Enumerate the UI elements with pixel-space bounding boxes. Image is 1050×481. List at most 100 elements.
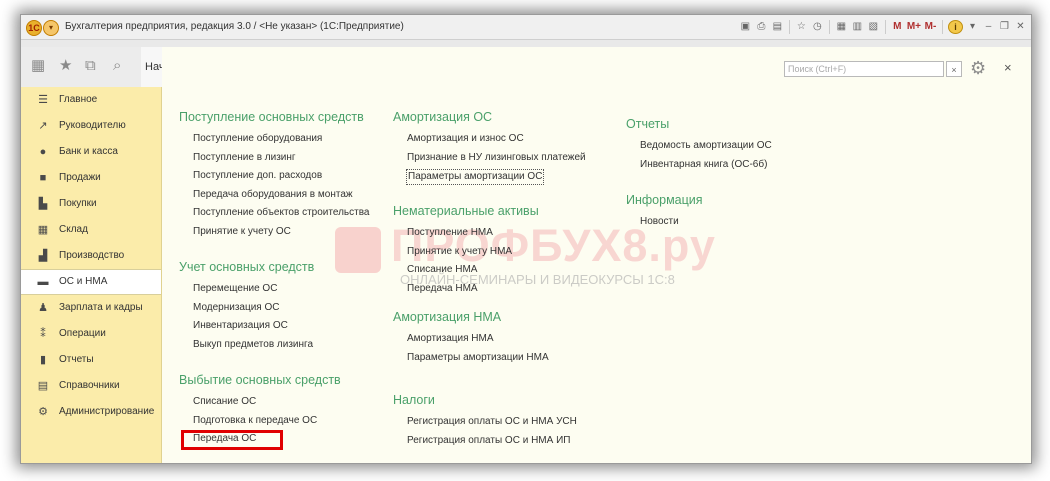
sidebar-item-salary[interactable]: ♟ Зарплата и кадры [21, 295, 161, 321]
panel-close-button[interactable]: × [1004, 61, 1012, 75]
bag-icon: ■ [39, 172, 47, 184]
menu-link[interactable]: Поступление оборудования [179, 130, 369, 149]
search-icon[interactable]: ⌕ [113, 58, 121, 74]
cart-icon: ▙ [38, 198, 48, 210]
operations-icon: ⁑ [40, 328, 46, 340]
history-icon[interactable]: ◷ [811, 20, 824, 34]
person-icon: ♟ [38, 302, 48, 314]
menu-link[interactable]: Амортизация и износ ОС [393, 130, 586, 149]
menu-link[interactable]: Инвентаризация ОС [179, 317, 314, 336]
sidebar-item-bank[interactable]: ● Банк и касса [21, 139, 161, 165]
group-title: Налоги [393, 393, 435, 407]
sidebar-item-operations[interactable]: ⁑ Операции [21, 321, 161, 347]
group-title: Выбытие основных средств [179, 373, 341, 387]
search-input[interactable] [784, 61, 944, 77]
menu-link[interactable]: Регистрация оплаты ОС и НМА ИП [393, 432, 577, 451]
toolbar-divider [788, 20, 790, 34]
group-reports: Отчеты Ведомость амортизации ОС Инвентар… [626, 116, 772, 174]
menu-link[interactable]: Новости [626, 213, 703, 232]
group-title: Отчеты [626, 117, 670, 131]
menu-link[interactable]: Перемещение ОС [179, 280, 314, 299]
bar-chart-icon: ▮ [39, 354, 47, 366]
group-taxes: Налоги Регистрация оплаты ОС и НМА УСН Р… [393, 392, 577, 450]
menu-link[interactable]: Передача НМА [393, 280, 539, 299]
info-icon[interactable]: i [948, 20, 963, 34]
search-clear-button[interactable]: × [946, 61, 962, 77]
window-close-icon[interactable]: ✕ [1014, 20, 1027, 34]
sidebar-item-label: Администрирование [59, 406, 155, 417]
menu-link[interactable]: Поступление в лизинг [179, 149, 369, 168]
minimize-icon[interactable]: – [982, 20, 995, 34]
menu-link[interactable]: Регистрация оплаты ОС и НМА УСН [393, 413, 577, 432]
sidebar-item-production[interactable]: ▟ Производство [21, 243, 161, 269]
sections-sidebar: ☰ Главное ↗ Руководителю ● Банк и касса … [21, 87, 162, 463]
sidebar-item-purchases[interactable]: ▙ Покупки [21, 191, 161, 217]
sidebar-item-label: Производство [59, 250, 125, 261]
memory-m-minus-button[interactable]: M- [924, 20, 937, 34]
print-icon[interactable]: ⎙ [755, 20, 768, 34]
group-intangibles: Нематериальные активы Поступление НМА Пр… [393, 203, 539, 298]
sidebar-item-catalogs[interactable]: ▤ Справочники [21, 373, 161, 399]
memory-m-button[interactable]: M [891, 20, 904, 34]
menu-link[interactable]: Подготовка к передаче ОС [179, 412, 341, 431]
toolbar-divider [884, 20, 886, 34]
window-title: Бухгалтерия предприятия, редакция 3.0 / … [65, 21, 404, 32]
menu-link[interactable]: Модернизация ОС [179, 299, 314, 318]
menu-link[interactable]: Передача оборудования в монтаж [179, 186, 369, 205]
calendar-icon[interactable]: ▦ [835, 20, 848, 34]
save-icon[interactable]: ▣ [739, 20, 752, 34]
sidebar-item-administration[interactable]: ⚙ Администрирование [21, 399, 161, 425]
main-menu-chevron-icon[interactable]: ▾ [43, 20, 59, 36]
section-panel: × ⚙ × ПРОФБУХ8.ру ОНЛАЙН-СЕМИНАРЫ И ВИДЕ… [162, 47, 1031, 463]
info-dropdown-chevron-icon[interactable]: ▾ [966, 20, 979, 34]
sections-grid-icon[interactable]: ▦ [31, 58, 45, 74]
sidebar-item-main[interactable]: ☰ Главное [21, 87, 161, 113]
nav-toolstrip: ▦ ★ ⧉ ⌕ [21, 47, 161, 88]
group-intangibles-depreciation: Амортизация НМА Амортизация НМА Параметр… [393, 309, 549, 367]
menu-link[interactable]: Поступление доп. расходов [179, 167, 369, 186]
sidebar-item-sales[interactable]: ■ Продажи [21, 165, 161, 191]
menu-link[interactable]: Поступление НМА [393, 224, 539, 243]
menu-link[interactable]: Параметры амортизации НМА [393, 349, 549, 368]
preview-icon[interactable]: ▤ [771, 20, 784, 34]
menu-link[interactable]: Принятие к учету НМА [393, 243, 539, 262]
restore-icon[interactable]: ❐ [998, 20, 1011, 34]
highlight-frame [181, 430, 283, 450]
group-title: Амортизация ОС [393, 110, 493, 124]
sidebar-item-reports[interactable]: ▮ Отчеты [21, 347, 161, 373]
title-bar: 1С ▾ Бухгалтерия предприятия, редакция 3… [21, 15, 1031, 40]
sidebar-item-label: Банк и касса [59, 146, 118, 157]
sidebar-item-label: Зарплата и кадры [59, 302, 143, 313]
sidebar-item-warehouse[interactable]: ▦ Склад [21, 217, 161, 243]
menu-link[interactable]: Поступление объектов строительства [179, 204, 369, 223]
menu-link[interactable]: Выкуп предметов лизинга [179, 336, 314, 355]
menu-link[interactable]: Списание ОС [179, 393, 341, 412]
app-logo-icon[interactable]: 1С [26, 20, 42, 36]
history-icon[interactable]: ⧉ [85, 58, 96, 74]
warehouse-icon: ▦ [37, 224, 49, 236]
sidebar-item-label: Отчеты [59, 354, 94, 365]
memory-m-plus-button[interactable]: M+ [907, 20, 921, 34]
gear-icon: ⚙ [38, 406, 48, 418]
favorites-star-icon[interactable]: ☆ [795, 20, 808, 34]
group-title: Информация [626, 193, 703, 207]
menu-link[interactable]: Ведомость амортизации ОС [626, 137, 772, 156]
sidebar-item-manager[interactable]: ↗ Руководителю [21, 113, 161, 139]
menu-link[interactable]: Инвентарная книга (ОС-6б) [626, 156, 772, 175]
sidebar-item-fixed-assets[interactable]: ▬ ОС и НМА [21, 269, 161, 295]
notes-icon[interactable]: ▧ [867, 20, 880, 34]
sidebar-item-label: Покупки [59, 198, 97, 209]
favorites-star-icon[interactable]: ★ [59, 58, 72, 74]
menu-link[interactable]: Признание в НУ лизинговых платежей [393, 149, 586, 168]
sidebar-item-label: Продажи [59, 172, 101, 183]
menu-link[interactable]: Принятие к учету ОС [179, 223, 369, 242]
group-information: Информация Новости [626, 192, 703, 232]
factory-icon: ▟ [38, 250, 48, 262]
settings-gear-icon[interactable]: ⚙ [970, 58, 986, 78]
menu-link[interactable]: Амортизация НМА [393, 330, 549, 349]
calculator-icon[interactable]: ▥ [851, 20, 864, 34]
app-window: 1С ▾ Бухгалтерия предприятия, редакция 3… [20, 14, 1032, 464]
group-title: Амортизация НМА [393, 310, 502, 324]
menu-link-focused[interactable]: Параметры амортизации ОС [406, 169, 545, 185]
menu-link[interactable]: Списание НМА [393, 261, 539, 280]
